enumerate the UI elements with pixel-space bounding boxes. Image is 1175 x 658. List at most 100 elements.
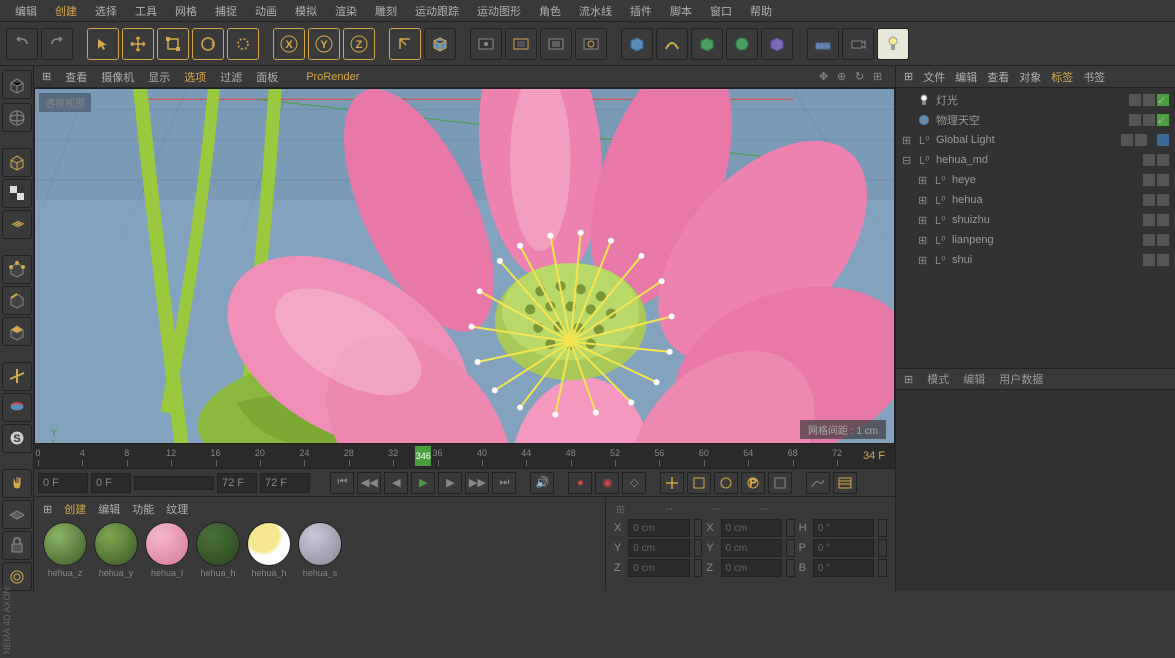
obj-tab-书签[interactable]: 书签 bbox=[1083, 69, 1105, 85]
material-hehua_z[interactable]: hehua_z bbox=[41, 522, 89, 578]
mat-menu-功能[interactable]: 功能 bbox=[132, 501, 154, 517]
record-button[interactable]: ● bbox=[568, 472, 592, 494]
prorender-menu[interactable]: ProRender bbox=[306, 71, 359, 83]
material-hehua_h[interactable]: hehua_h bbox=[245, 522, 293, 578]
obj-tab-编辑[interactable]: 编辑 bbox=[955, 69, 977, 85]
attr-编辑[interactable]: 编辑 bbox=[963, 371, 985, 387]
floor-button[interactable] bbox=[807, 28, 839, 60]
redo-button[interactable] bbox=[41, 28, 73, 60]
axis-tool[interactable] bbox=[2, 362, 32, 391]
material-hehua_l[interactable]: hehua_l bbox=[143, 522, 191, 578]
viewport-3d[interactable]: 透视视图 bbox=[34, 88, 895, 444]
vp-menu-查看[interactable]: 查看 bbox=[65, 72, 87, 84]
object-tree[interactable]: 灯光 ✓物理天空 ✓⊞L⁰Global Light ⊟L⁰hehua_md ⊞L… bbox=[896, 88, 1175, 368]
menu-模拟[interactable]: 模拟 bbox=[286, 0, 326, 22]
vp-zoom-icon[interactable]: ⊕ bbox=[837, 70, 851, 84]
select-tool[interactable] bbox=[87, 28, 119, 60]
tree-item-lianpeng[interactable]: ⊞L⁰lianpeng bbox=[898, 230, 1173, 250]
fcurve-button[interactable] bbox=[806, 472, 830, 494]
add-environment-button[interactable] bbox=[761, 28, 793, 60]
axis-z-button[interactable]: Z bbox=[343, 28, 375, 60]
menu-网格[interactable]: 网格 bbox=[166, 0, 206, 22]
menu-运动跟踪[interactable]: 运动跟踪 bbox=[406, 0, 468, 22]
coord-system-button[interactable] bbox=[389, 28, 421, 60]
keyframe-sel-button[interactable]: ◇ bbox=[622, 472, 646, 494]
playhead[interactable]: 346 bbox=[415, 446, 431, 466]
tree-item-heye[interactable]: ⊞L⁰heye bbox=[898, 170, 1173, 190]
last-tool[interactable] bbox=[227, 28, 259, 60]
sound-button[interactable]: 🔊 bbox=[530, 472, 554, 494]
prev-frame-button[interactable]: ◀ bbox=[384, 472, 408, 494]
key-rotate-button[interactable] bbox=[714, 472, 738, 494]
attr-模式[interactable]: 模式 bbox=[927, 371, 949, 387]
texture-mode-button[interactable] bbox=[2, 179, 32, 208]
menu-渲染[interactable]: 渲染 bbox=[326, 0, 366, 22]
cube-primitive-button[interactable] bbox=[424, 28, 456, 60]
obj-tab-文件[interactable]: 文件 bbox=[923, 69, 945, 85]
workplane-mode-button[interactable] bbox=[2, 210, 32, 239]
tweak-tool[interactable] bbox=[2, 393, 32, 422]
menu-编辑[interactable]: 编辑 bbox=[6, 0, 46, 22]
add-generator-button[interactable] bbox=[691, 28, 723, 60]
add-deformer-button[interactable] bbox=[726, 28, 758, 60]
snap-tool[interactable]: S bbox=[2, 424, 32, 453]
globe-button[interactable] bbox=[2, 103, 32, 132]
key-move-button[interactable] bbox=[660, 472, 684, 494]
polygon-mode-button[interactable] bbox=[2, 317, 32, 346]
range-end-field[interactable]: 72 F bbox=[217, 473, 257, 493]
tree-item-hehua_md[interactable]: ⊟L⁰hehua_md bbox=[898, 150, 1173, 170]
material-hehua_s[interactable]: hehua_s bbox=[296, 522, 344, 578]
tree-item-hehua[interactable]: ⊞L⁰hehua bbox=[898, 190, 1173, 210]
menu-流水线[interactable]: 流水线 bbox=[570, 0, 621, 22]
make-editable-button[interactable] bbox=[2, 70, 32, 99]
start-frame-field[interactable]: 0 F bbox=[38, 473, 88, 493]
goto-end-button[interactable]: ⏭ bbox=[492, 472, 516, 494]
render-queue-button[interactable] bbox=[575, 28, 607, 60]
obj-tab-标签[interactable]: 标签 bbox=[1051, 69, 1073, 85]
menu-窗口[interactable]: 窗口 bbox=[701, 0, 741, 22]
obj-tab-对象[interactable]: 对象 bbox=[1019, 69, 1041, 85]
edge-mode-button[interactable] bbox=[2, 286, 32, 315]
tree-item-物理天空[interactable]: 物理天空 ✓ bbox=[898, 110, 1173, 130]
next-key-button[interactable]: ▶▶ bbox=[465, 472, 489, 494]
vp-pan-icon[interactable]: ✥ bbox=[819, 70, 833, 84]
tree-item-Global Light[interactable]: ⊞L⁰Global Light bbox=[898, 130, 1173, 150]
vp-menu-选项[interactable]: 选项 bbox=[184, 72, 206, 84]
timeline[interactable]: 04812162024283236404448525660646872346 3… bbox=[34, 444, 895, 468]
magnet-tool[interactable] bbox=[2, 469, 32, 498]
mat-menu-创建[interactable]: 创建 bbox=[64, 501, 86, 517]
camera-button[interactable] bbox=[842, 28, 874, 60]
lock-tool[interactable] bbox=[2, 531, 32, 560]
menu-创建[interactable]: 创建 bbox=[46, 0, 86, 22]
vp-menu-显示[interactable]: 显示 bbox=[148, 72, 170, 84]
menu-动画[interactable]: 动画 bbox=[246, 0, 286, 22]
material-hehua_h[interactable]: hehua_h bbox=[194, 522, 242, 578]
range-start-field[interactable]: 0 F bbox=[91, 473, 131, 493]
vp-menu-面板[interactable]: 面板 bbox=[256, 72, 278, 84]
mat-menu-编辑[interactable]: 编辑 bbox=[98, 501, 120, 517]
grid-icon[interactable]: ⊞ bbox=[42, 70, 51, 83]
menu-帮助[interactable]: 帮助 bbox=[741, 0, 781, 22]
menu-角色[interactable]: 角色 bbox=[530, 0, 570, 22]
add-cube-button[interactable] bbox=[621, 28, 653, 60]
mat-menu-纹理[interactable]: 纹理 bbox=[166, 501, 188, 517]
scale-tool[interactable] bbox=[157, 28, 189, 60]
menu-运动图形[interactable]: 运动图形 bbox=[468, 0, 530, 22]
model-mode-button[interactable] bbox=[2, 148, 32, 177]
tree-item-shuizhu[interactable]: ⊞L⁰shuizhu bbox=[898, 210, 1173, 230]
prev-key-button[interactable]: ◀◀ bbox=[357, 472, 381, 494]
vp-menu-摄像机[interactable]: 摄像机 bbox=[101, 72, 134, 84]
menu-插件[interactable]: 插件 bbox=[621, 0, 661, 22]
undo-button[interactable] bbox=[6, 28, 38, 60]
tree-item-shui[interactable]: ⊞L⁰shui bbox=[898, 250, 1173, 270]
workplane-tool[interactable] bbox=[2, 500, 32, 529]
menu-捕捉[interactable]: 捕捉 bbox=[206, 0, 246, 22]
menu-选择[interactable]: 选择 bbox=[86, 0, 126, 22]
render-region-button[interactable] bbox=[505, 28, 537, 60]
range-slider[interactable] bbox=[134, 476, 214, 490]
dopesheet-button[interactable] bbox=[833, 472, 857, 494]
tree-item-灯光[interactable]: 灯光 ✓ bbox=[898, 90, 1173, 110]
light-button[interactable] bbox=[877, 28, 909, 60]
goto-start-button[interactable]: ⏮ bbox=[330, 472, 354, 494]
vp-rotate-icon[interactable]: ↻ bbox=[855, 70, 869, 84]
